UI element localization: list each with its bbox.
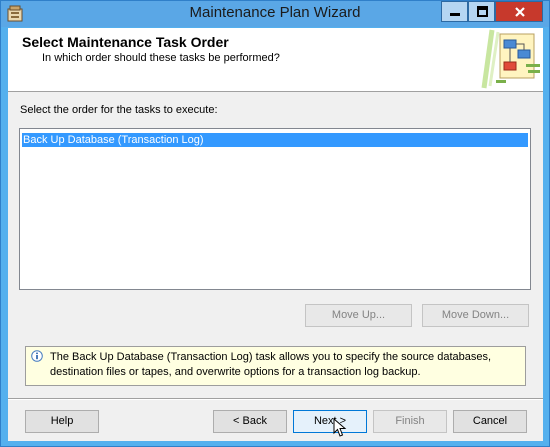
next-button[interactable]: Next > bbox=[293, 410, 367, 433]
minimize-button[interactable] bbox=[441, 1, 468, 22]
wizard-window: Maintenance Plan Wizard Select Maintenan… bbox=[0, 0, 550, 447]
wizard-header: Select Maintenance Task Order In which o… bbox=[8, 28, 543, 92]
task-description-line-2: destination files or tapes, and overwrit… bbox=[50, 366, 421, 378]
minimize-icon bbox=[450, 13, 460, 16]
finish-button[interactable]: Finish bbox=[373, 410, 447, 433]
maximize-button[interactable] bbox=[468, 1, 495, 22]
close-icon bbox=[515, 7, 525, 17]
move-up-button[interactable]: Move Up... bbox=[305, 304, 412, 327]
mouse-cursor-icon bbox=[333, 418, 347, 437]
dialog-client-area: Select Maintenance Task Order In which o… bbox=[8, 28, 543, 441]
page-title: Select Maintenance Task Order bbox=[22, 34, 229, 50]
footer-divider bbox=[8, 398, 543, 400]
help-button[interactable]: Help bbox=[25, 410, 99, 433]
task-description-text: The Back Up Database (Transaction Log) t… bbox=[50, 350, 520, 380]
title-bar[interactable]: Maintenance Plan Wizard bbox=[1, 1, 549, 27]
wizard-flowchart-icon bbox=[478, 28, 543, 91]
move-down-button[interactable]: Move Down... bbox=[422, 304, 529, 327]
task-order-label: Select the order for the tasks to execut… bbox=[20, 104, 218, 116]
cancel-button[interactable]: Cancel bbox=[453, 410, 527, 433]
list-item[interactable]: Back Up Database (Transaction Log) bbox=[22, 133, 528, 147]
task-description-line-1: The Back Up Database (Transaction Log) t… bbox=[50, 351, 492, 363]
close-button[interactable] bbox=[495, 1, 543, 22]
info-icon bbox=[31, 350, 43, 362]
task-order-list[interactable]: Back Up Database (Transaction Log) bbox=[19, 128, 531, 290]
task-description-panel: The Back Up Database (Transaction Log) t… bbox=[25, 346, 526, 386]
back-button[interactable]: < Back bbox=[213, 410, 287, 433]
maximize-icon bbox=[477, 6, 488, 17]
page-subtitle: In which order should these tasks be per… bbox=[42, 52, 280, 64]
